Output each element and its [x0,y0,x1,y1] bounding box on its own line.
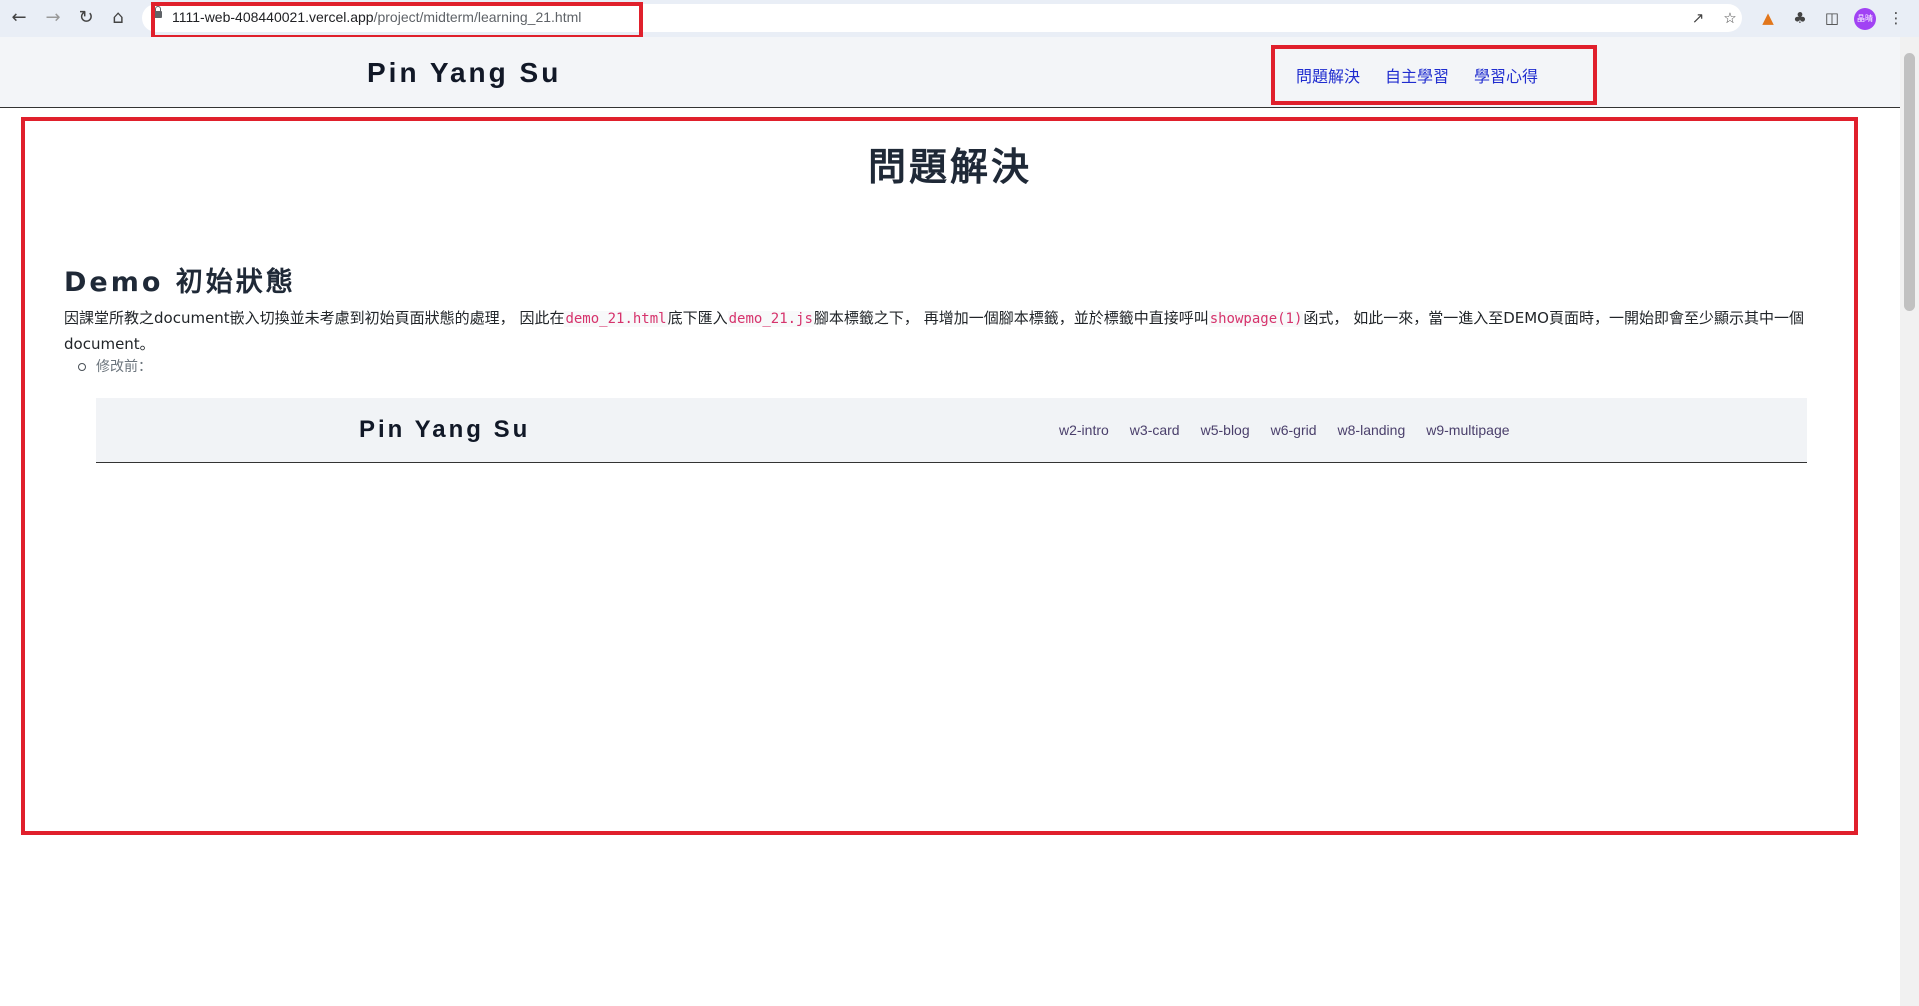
forward-icon[interactable]: → [42,7,64,29]
bullet-icon [78,363,86,371]
code-demo-html: demo_21.html [564,311,668,327]
preview-nav-w3-card[interactable]: w3-card [1130,422,1180,438]
scrollbar[interactable] [1900,37,1919,1006]
back-icon[interactable]: ← [8,7,30,29]
more-icon[interactable]: ⋮ [1886,8,1906,28]
description-paragraph: 因課堂所教之document嵌入切換並未考慮到初始頁面狀態的處理， 因此在dem… [64,309,1804,353]
preview-nav-w9-multipage[interactable]: w9-multipage [1426,422,1509,438]
content-highlight-box [21,117,1858,835]
preview-nav-w5-blog[interactable]: w5-blog [1201,422,1250,438]
preview-nav-w8-landing[interactable]: w8-landing [1338,422,1406,438]
fox-extension-icon[interactable]: ▲ [1758,8,1778,28]
star-icon[interactable]: ☆ [1720,8,1740,28]
embedded-preview-header: Pin Yang Su w2-intro w3-card w5-blog w6-… [96,398,1807,463]
nav-highlight-box [1271,45,1597,105]
sidepanel-icon[interactable]: ◫ [1822,8,1842,28]
preview-nav-w6-grid[interactable]: w6-grid [1271,422,1317,438]
code-showpage: showpage(1) [1208,311,1304,327]
site-brand[interactable]: Pin Yang Su [367,57,561,89]
share-icon[interactable]: ↗ [1688,8,1708,28]
before-list: 修改前： [78,356,152,376]
preview-brand[interactable]: Pin Yang Su [359,416,530,444]
page-title: 問題解決 [867,145,1032,189]
scrollbar-thumb[interactable] [1904,53,1915,311]
site-header: Pin Yang Su 問題解決 自主學習 學習心得 [0,37,1900,108]
reload-icon[interactable]: ↻ [75,7,97,29]
code-demo-js: demo_21.js [727,311,814,327]
home-icon[interactable]: ⌂ [107,7,129,29]
preview-nav-w2-intro[interactable]: w2-intro [1059,422,1109,438]
section-title: Demo 初始狀態 [64,267,296,298]
url-highlight-box [151,2,643,39]
list-item: 修改前： [78,356,152,376]
puzzle-icon[interactable]: ♣ [1790,8,1810,28]
avatar[interactable]: 晶晴 [1854,8,1876,30]
preview-nav: w2-intro w3-card w5-blog w6-grid w8-land… [1059,422,1510,438]
